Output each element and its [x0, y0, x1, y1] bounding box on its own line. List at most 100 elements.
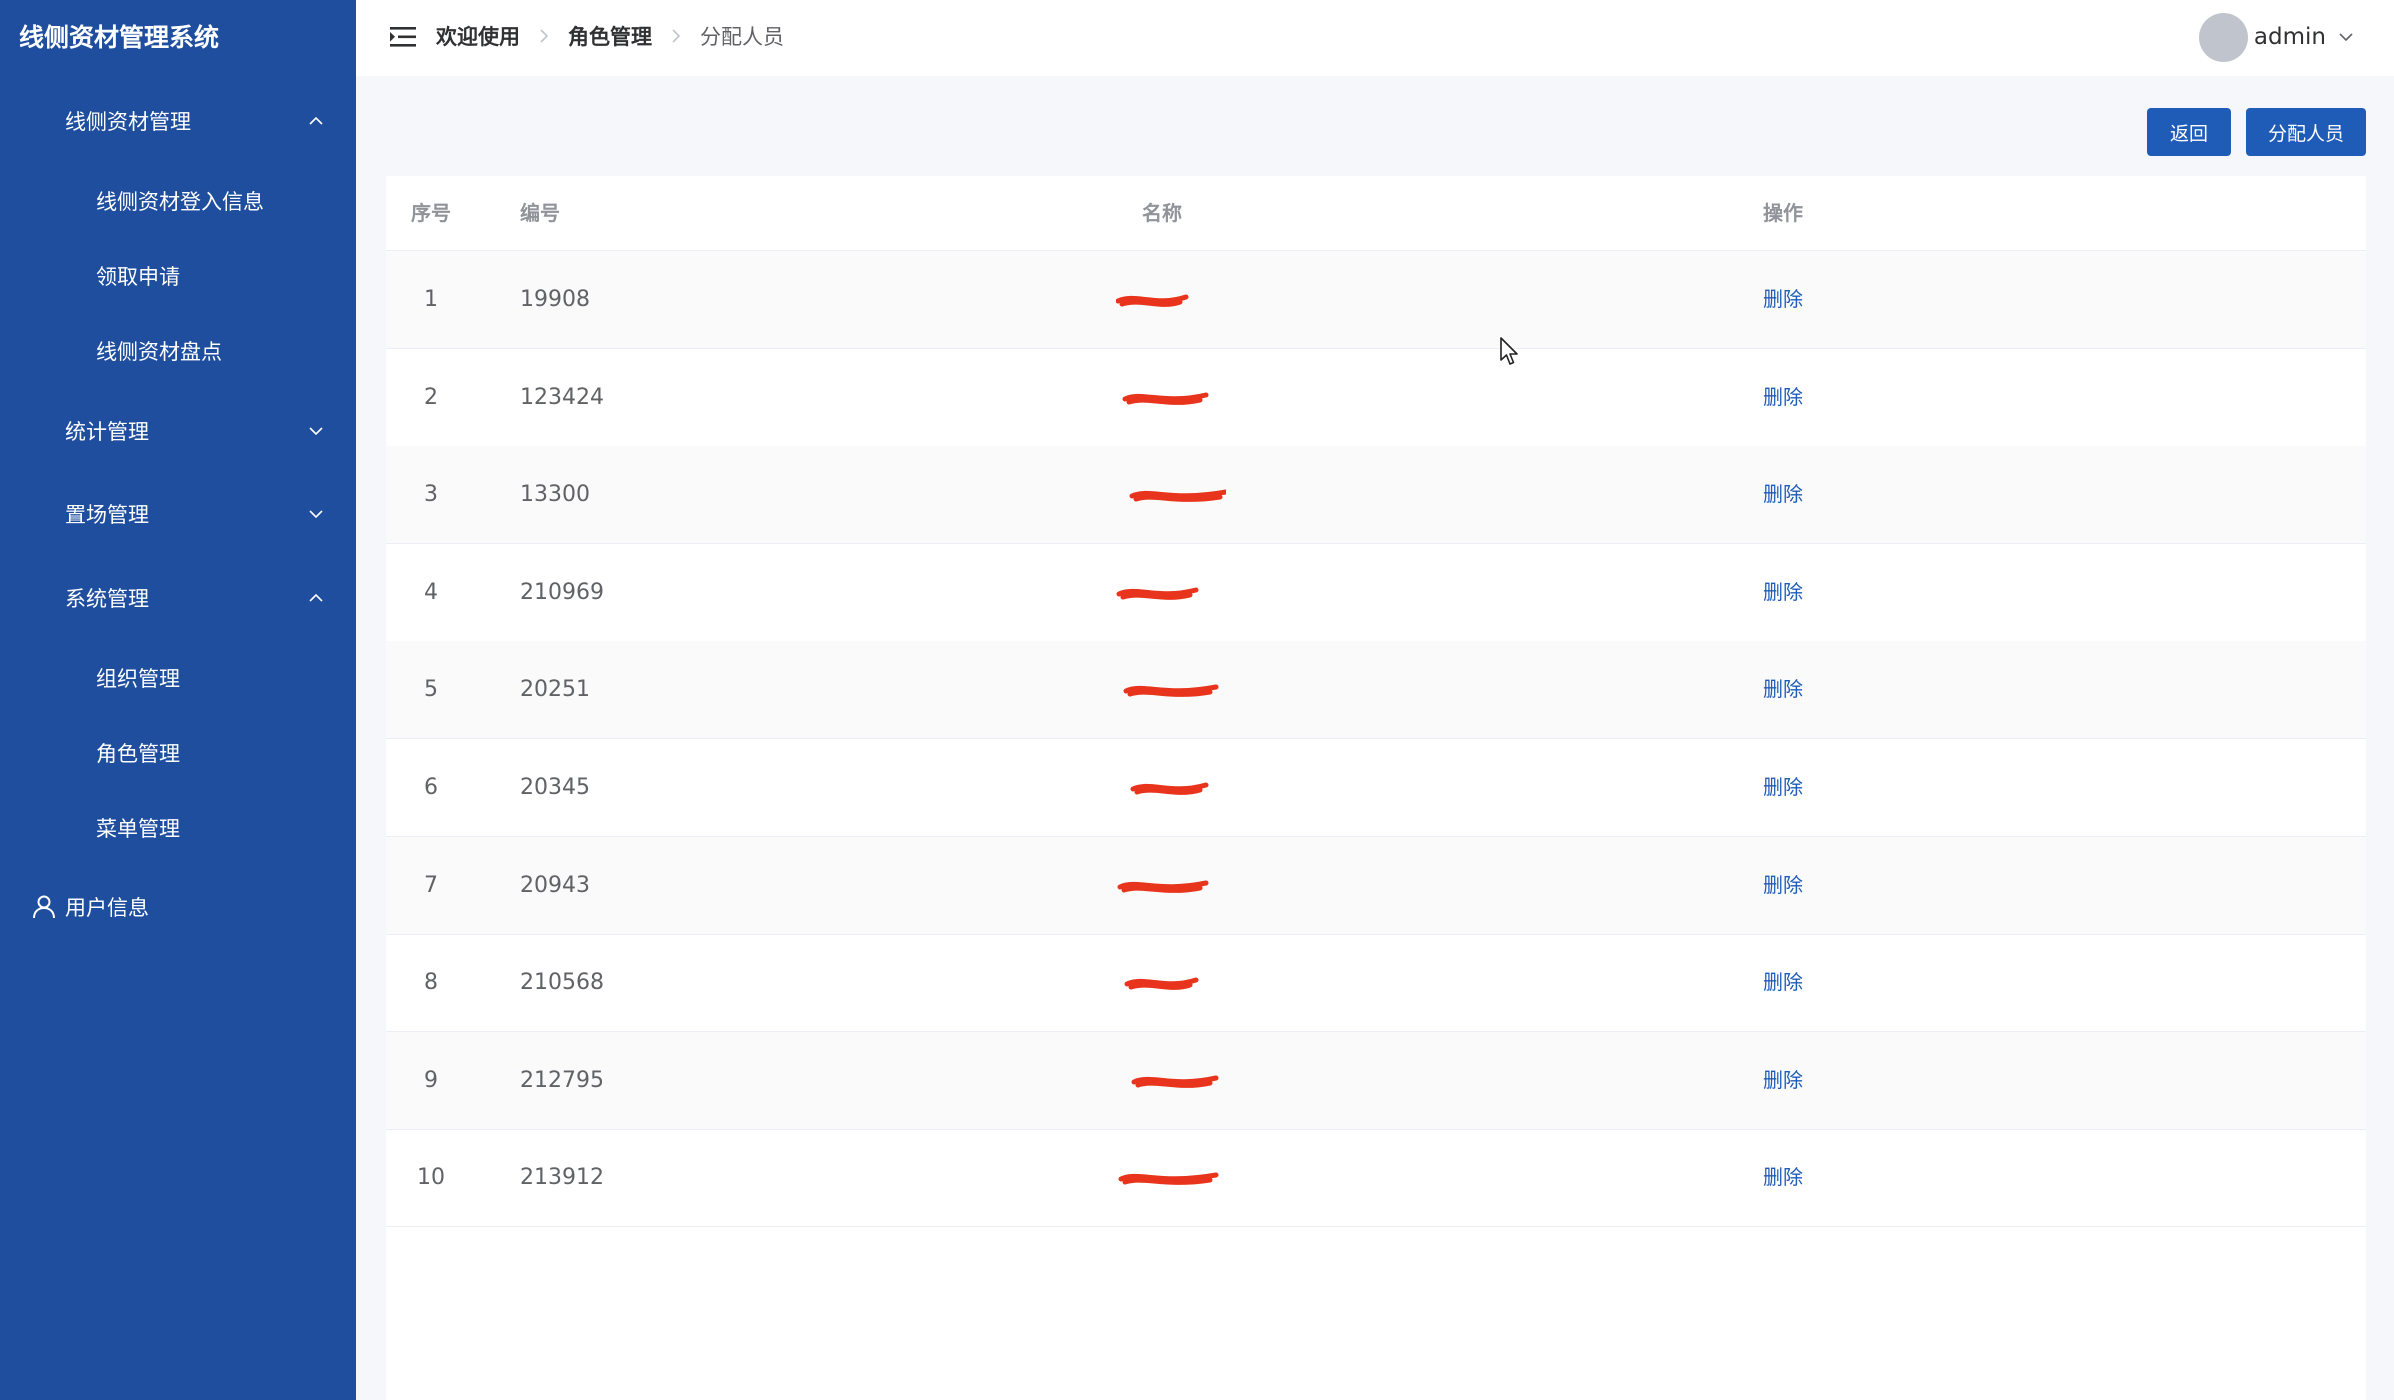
cell-name-redacted [1116, 446, 1236, 543]
delete-link[interactable]: 删除 [1763, 349, 1803, 446]
top-header: 欢迎使用 角色管理 分配人员 admin [356, 0, 2394, 76]
cell-index: 5 [424, 677, 438, 703]
cell-index: 2 [424, 384, 438, 410]
chevron-down-icon [309, 510, 323, 519]
menu-label: 置场管理 [65, 503, 149, 527]
menu-item-pickup-request[interactable]: 领取申请 [0, 246, 356, 306]
cell-index: 4 [424, 579, 438, 605]
redaction-scribble [1123, 684, 1219, 698]
menu-label: 组织管理 [96, 667, 180, 691]
table-row: 2 123424 删除 [386, 349, 2366, 447]
delete-link[interactable]: 删除 [1763, 934, 1803, 1031]
table-row: 1 19908 删除 [386, 251, 2366, 349]
app-title: 线侧资材管理系统 [19, 23, 220, 52]
assign-staff-button[interactable]: 分配人员 [2246, 108, 2366, 156]
delete-link[interactable]: 删除 [1763, 739, 1803, 836]
redaction-scribble [1124, 977, 1199, 991]
table-row: 5 20251 删除 [386, 641, 2366, 740]
cell-index: 7 [424, 872, 438, 898]
redaction-scribble [1131, 1075, 1219, 1088]
cell-index: 10 [417, 1165, 445, 1191]
menu-label: 领取申请 [96, 265, 180, 289]
chevron-down-icon [309, 427, 323, 436]
delete-link[interactable]: 删除 [1763, 544, 1803, 641]
cell-code: 123424 [520, 384, 604, 410]
menu-item-role[interactable]: 角色管理 [0, 723, 356, 783]
username: admin [2253, 24, 2326, 50]
chevron-right-icon [540, 29, 549, 43]
menu-group-statistics[interactable]: 统计管理 [0, 401, 356, 461]
breadcrumb: 欢迎使用 角色管理 分配人员 [436, 0, 784, 72]
menu-group-line-material[interactable]: 线侧资材管理 [0, 91, 356, 151]
cell-index: 8 [424, 970, 438, 996]
cell-name-redacted [1116, 349, 1236, 446]
redaction-scribble [1116, 587, 1199, 600]
delete-link[interactable]: 删除 [1763, 1129, 1803, 1226]
menu-label: 线侧资材管理 [65, 110, 191, 134]
column-header-action: 操作 [1763, 201, 1803, 225]
table-row: 9 212795 删除 [386, 1031, 2366, 1130]
breadcrumb-home[interactable]: 欢迎使用 [436, 21, 520, 51]
delete-link[interactable]: 删除 [1763, 1032, 1803, 1129]
menu-label: 线侧资材登入信息 [96, 190, 264, 214]
menu-item-material-login-info[interactable]: 线侧资材登入信息 [0, 171, 356, 231]
cell-index: 1 [424, 287, 438, 312]
delete-link[interactable]: 删除 [1763, 446, 1803, 543]
menu-item-user-info[interactable]: 用户信息 [0, 877, 356, 937]
back-button[interactable]: 返回 [2147, 108, 2231, 156]
breadcrumb-current: 分配人员 [700, 25, 784, 49]
avatar [2198, 12, 2248, 62]
staff-table: 序号 编号 名称 操作 1 19908 删除 2 123424 删除 3 13300 删除 4 21… [386, 176, 2366, 1400]
menu-label: 统计管理 [65, 420, 149, 444]
menu-label: 角色管理 [96, 742, 180, 766]
cell-name-redacted [1116, 1129, 1236, 1226]
breadcrumb-role-management[interactable]: 角色管理 [568, 21, 652, 51]
redaction-scribble [1116, 294, 1189, 307]
cell-code: 210568 [520, 970, 604, 996]
redaction-scribble [1117, 880, 1209, 893]
cell-name-redacted [1116, 837, 1236, 934]
table-row: 10 213912 删除 [386, 1129, 2366, 1228]
column-header-name: 名称 [1142, 201, 1182, 225]
cell-name-redacted [1116, 641, 1236, 738]
cell-name-redacted [1116, 251, 1236, 348]
redaction-scribble [1118, 1172, 1219, 1186]
cell-code: 213912 [520, 1165, 604, 1191]
chevron-up-icon [309, 116, 323, 125]
user-icon [33, 895, 55, 919]
cell-code: 20943 [520, 872, 590, 898]
chevron-right-icon [672, 29, 681, 43]
table-row: 8 210568 删除 [386, 934, 2366, 1033]
menu-group-site[interactable]: 置场管理 [0, 484, 356, 544]
menu-label: 系统管理 [65, 587, 149, 611]
menu-label: 用户信息 [65, 896, 149, 920]
menu-item-material-inventory[interactable]: 线侧资材盘点 [0, 321, 356, 381]
delete-link[interactable]: 删除 [1763, 641, 1803, 738]
redaction-scribble [1130, 782, 1209, 795]
menu-item-organization[interactable]: 组织管理 [0, 648, 356, 708]
cell-code: 19908 [520, 287, 590, 312]
cell-code: 13300 [520, 482, 590, 508]
user-dropdown[interactable]: admin [2198, 12, 2354, 62]
table-row: 7 20943 删除 [386, 836, 2366, 935]
cell-code: 20345 [520, 775, 590, 800]
redaction-scribble [1122, 392, 1209, 405]
menu-fold-icon[interactable] [388, 22, 418, 52]
menu-group-system[interactable]: 系统管理 [0, 568, 356, 628]
cell-name-redacted [1116, 739, 1236, 836]
delete-link[interactable]: 删除 [1763, 837, 1803, 934]
table-header: 序号 编号 名称 操作 [386, 176, 2366, 251]
cell-code: 210969 [520, 579, 604, 605]
cell-name-redacted [1116, 1032, 1236, 1129]
cell-index: 9 [424, 1067, 438, 1093]
redaction-scribble [1129, 489, 1226, 503]
table-row: 4 210969 删除 [386, 544, 2366, 642]
cell-name-redacted [1116, 934, 1236, 1031]
chevron-down-icon [2339, 33, 2353, 42]
menu-item-menu[interactable]: 菜单管理 [0, 798, 356, 858]
cell-index: 3 [424, 482, 438, 508]
delete-link[interactable]: 删除 [1763, 251, 1803, 348]
cell-code: 20251 [520, 677, 590, 703]
table-row: 6 20345 删除 [386, 739, 2366, 837]
column-header-index: 序号 [411, 201, 451, 225]
